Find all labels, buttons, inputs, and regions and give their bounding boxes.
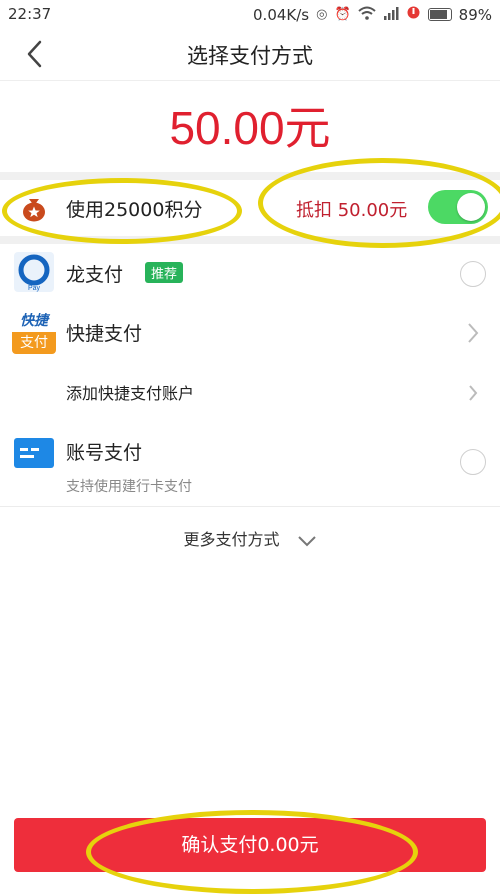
- confirm-payment-button[interactable]: 确认支付0.00元: [14, 818, 486, 872]
- recommend-badge: 推荐: [145, 262, 184, 283]
- payment-option-label: 龙支付: [66, 264, 124, 286]
- quick-pay-icon: 快捷 支付: [12, 310, 56, 354]
- alarm-icon: ⏰: [334, 7, 351, 22]
- money-bag-icon: [23, 199, 45, 222]
- status-time: 22:37: [8, 5, 52, 23]
- svg-text:Pay: Pay: [28, 285, 41, 292]
- payment-option-account-pay[interactable]: 账号支付 支持使用建行卡支付: [0, 422, 500, 507]
- deduct-amount: 抵扣 50.00元: [296, 200, 408, 221]
- net-speed: 0.04K/s: [253, 5, 310, 24]
- quick-pay-icon-bottom: 支付: [12, 332, 56, 354]
- signal-icon: [383, 6, 399, 24]
- status-indicators: 0.04K/s ◎ ⏰ 89%: [253, 5, 492, 24]
- payment-option-quick-pay[interactable]: 快捷 支付 快捷支付: [0, 302, 500, 363]
- wifi-icon: [357, 6, 376, 24]
- add-account-label: 添加快捷支付账户: [66, 384, 195, 403]
- points-row: 使用25000积分 抵扣 50.00元: [0, 180, 500, 236]
- payment-option-long-pay[interactable]: Pay 龙支付 推荐: [0, 244, 500, 303]
- chevron-down-icon: [297, 535, 316, 546]
- page-header: 选择支付方式: [0, 28, 500, 81]
- more-payment-methods[interactable]: 更多支付方式: [0, 526, 500, 550]
- toggle-knob: [457, 193, 485, 221]
- page-title: 选择支付方式: [187, 44, 313, 68]
- chevron-right-icon: [469, 385, 478, 401]
- status-bar: 22:37 0.04K/s ◎ ⏰ 89%: [0, 0, 500, 28]
- battery-icon: [427, 8, 452, 21]
- payment-option-label: 快捷支付: [66, 323, 143, 345]
- points-label: 使用25000积分: [66, 199, 203, 221]
- battery-level: 89%: [458, 5, 492, 24]
- payment-amount: 50.00元: [169, 102, 331, 154]
- more-label: 更多支付方式: [183, 530, 280, 549]
- sync-icon: ◎: [316, 7, 328, 22]
- chevron-right-icon: [468, 323, 479, 343]
- card-icon: [14, 438, 54, 468]
- points-toggle[interactable]: [428, 190, 488, 224]
- payment-option-subtitle: 支持使用建行卡支付: [66, 479, 192, 495]
- radio-long-pay[interactable]: [460, 261, 486, 287]
- section-divider: [0, 172, 500, 180]
- radio-account-pay[interactable]: [460, 449, 486, 475]
- long-pay-icon: Pay: [14, 252, 54, 292]
- quick-pay-icon-top: 快捷: [12, 310, 56, 332]
- section-divider: [0, 236, 500, 244]
- no-disturb-icon: [406, 5, 421, 24]
- payment-option-label: 账号支付: [66, 442, 143, 464]
- add-quick-pay-account[interactable]: 添加快捷支付账户: [0, 362, 500, 423]
